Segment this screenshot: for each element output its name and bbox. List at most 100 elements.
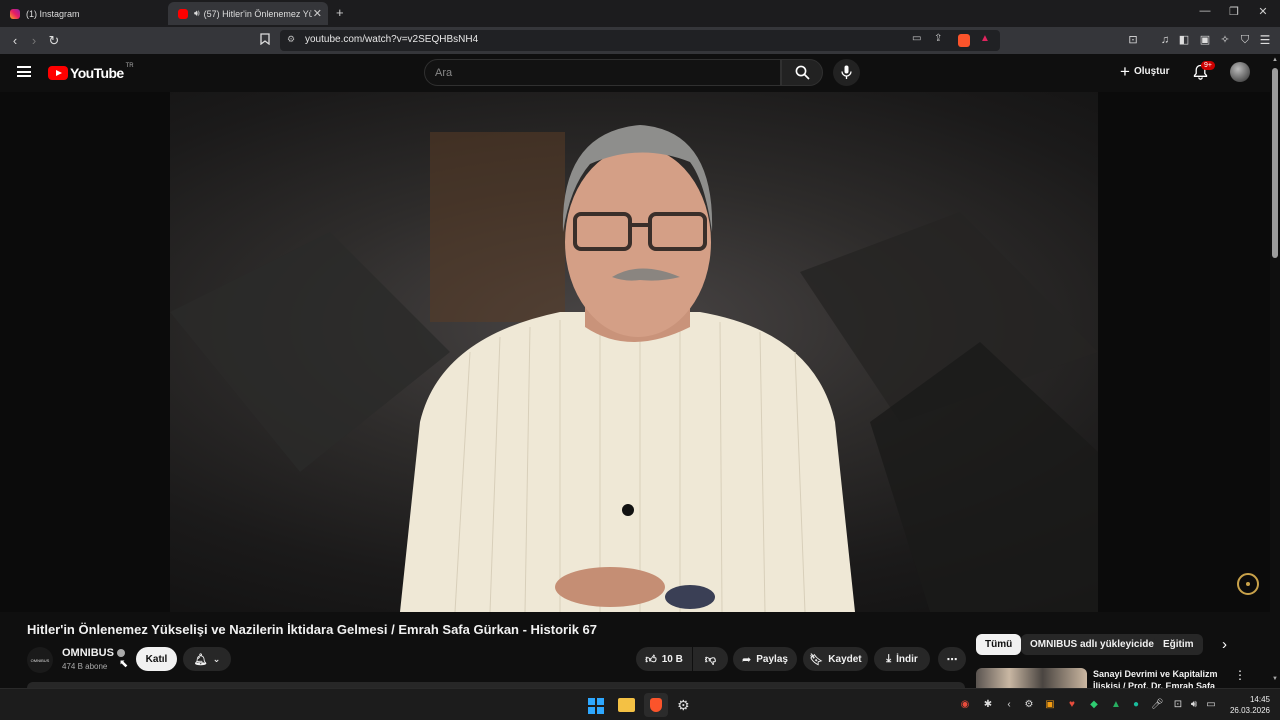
- youtube-icon: [178, 8, 188, 19]
- bookmark-icon[interactable]: [256, 32, 274, 49]
- subscribe-notifications-button[interactable]: 🔔︎ ⌄: [183, 647, 231, 671]
- tray-app-icon-6[interactable]: ◆: [1088, 699, 1100, 711]
- video-player[interactable]: [0, 92, 1270, 612]
- network-icon[interactable]: ⊡: [1172, 699, 1184, 711]
- clock[interactable]: 14:45 26.03.2026: [1222, 694, 1270, 716]
- chip-all[interactable]: Tümü: [976, 634, 1022, 655]
- search-placeholder: Ara: [435, 67, 453, 79]
- notifications-button[interactable]: 9+: [1193, 61, 1215, 85]
- close-window-icon[interactable]: ✕: [1253, 5, 1273, 18]
- guide-menu-icon[interactable]: [17, 66, 31, 77]
- new-tab-button[interactable]: +: [336, 5, 344, 20]
- recommendation-title[interactable]: Sanayi Devrimi ve Kapitalizm İlişkisi / …: [1093, 668, 1223, 688]
- vpn-icon[interactable]: ⛉: [1236, 32, 1254, 49]
- search-button[interactable]: [781, 59, 823, 86]
- verified-icon: [116, 649, 125, 657]
- back-icon[interactable]: ‹: [6, 32, 24, 49]
- wallet-icon[interactable]: ▣: [1196, 32, 1214, 49]
- start-icon[interactable]: [588, 698, 604, 714]
- bell-icon: 🔔︎: [193, 653, 208, 666]
- browser-tab-strip: (1) Instagram 🔊︎ (57) Hitler'in Önleneme…: [0, 0, 1280, 27]
- menu-icon[interactable]: ☰: [1256, 32, 1274, 49]
- join-button[interactable]: Katıl: [136, 647, 177, 671]
- tray-microphone-icon[interactable]: 🎤︎: [1151, 699, 1164, 711]
- voice-search-button[interactable]: [833, 59, 860, 86]
- chevron-down-icon: ⌄: [212, 653, 221, 664]
- mouse-cursor-icon: ⬉: [119, 658, 129, 670]
- tab-instagram[interactable]: (1) Instagram: [0, 2, 165, 25]
- file-explorer-icon[interactable]: [618, 698, 635, 712]
- bookmark-icon: 🔖︎: [809, 653, 824, 666]
- youtube-header: YouTube TR Ara + Oluştur 9+: [0, 54, 1280, 92]
- tray-app-icon-4[interactable]: ▣: [1044, 699, 1056, 711]
- avatar[interactable]: [1230, 62, 1250, 82]
- chip-label: OMNIBUS adlı yükleyiciden: [1030, 639, 1161, 650]
- cast-icon[interactable]: ▭: [912, 33, 921, 44]
- chip-from-uploader[interactable]: OMNIBUS adlı yükleyiciden: [1021, 634, 1170, 655]
- like-count: 10 B: [661, 653, 683, 665]
- minimize-icon[interactable]: —: [1195, 5, 1215, 17]
- site-info-icon[interactable]: ⚙: [287, 34, 295, 45]
- share-icon: ➦: [742, 653, 752, 666]
- brave-shields-icon[interactable]: [958, 34, 970, 47]
- tray-app-icon-3[interactable]: ⚙: [1023, 699, 1035, 711]
- tab-title: (57) Hitler'in Önlenemez Yükse: [203, 8, 312, 19]
- notification-badge: 9+: [1201, 61, 1215, 70]
- chip-education[interactable]: Eğitim: [1154, 634, 1203, 655]
- channel-avatar-text: OMNIBUS: [30, 657, 50, 663]
- media-icon[interactable]: ♫: [1156, 32, 1174, 49]
- scrollbar-thumb[interactable]: [1272, 68, 1278, 258]
- youtube-logo-text: YouTube: [70, 65, 124, 81]
- screenshot-icon[interactable]: ⊡: [1124, 32, 1142, 49]
- page-scrollbar[interactable]: ▲ ▼: [1270, 54, 1280, 688]
- forward-icon[interactable]: ›: [25, 32, 43, 49]
- restore-icon[interactable]: ❐: [1224, 5, 1244, 18]
- reload-icon[interactable]: ↻: [45, 32, 63, 49]
- leo-ai-icon[interactable]: ✧: [1216, 32, 1234, 49]
- chevron-right-icon[interactable]: ›: [1222, 636, 1227, 653]
- brave-rewards-icon[interactable]: ▲: [980, 33, 990, 44]
- tray-app-icon-1[interactable]: ◉: [959, 699, 971, 711]
- scroll-up-icon[interactable]: ▲: [1272, 57, 1278, 63]
- download-label: İndir: [896, 653, 918, 665]
- scroll-down-icon[interactable]: ▼: [1272, 676, 1278, 682]
- tray-app-icon-2[interactable]: ✱: [982, 699, 994, 711]
- chatgpt-icon[interactable]: ⚙: [677, 697, 690, 714]
- volume-icon[interactable]: 🔊︎: [1188, 699, 1200, 711]
- chip-label: Tümü: [985, 639, 1013, 650]
- address-bar[interactable]: ⚙ youtube.com/watch?v=v2SEQHBsNH4 ▭ ⇪ ▲: [280, 30, 1000, 51]
- clock-time: 14:45: [1249, 695, 1270, 704]
- share-button[interactable]: ➦ Paylaş: [733, 647, 797, 671]
- tray-app-icon-8[interactable]: ●: [1130, 699, 1142, 711]
- more-icon: ⋯: [946, 653, 958, 666]
- battery-icon[interactable]: ▭: [1205, 699, 1217, 711]
- microphone-icon: [841, 65, 852, 79]
- recommendation-menu-icon[interactable]: ⋮: [1234, 668, 1246, 682]
- tab-youtube-video[interactable]: 🔊︎ (57) Hitler'in Önlenemez Yükse ✕: [168, 2, 328, 25]
- more-actions-button[interactable]: ⋯: [938, 647, 966, 671]
- download-button[interactable]: ⤓ İndir: [874, 647, 930, 671]
- create-button[interactable]: + Oluştur: [1120, 63, 1170, 80]
- video-frame: [170, 125, 1098, 612]
- sidebar-icon[interactable]: ◧: [1175, 32, 1193, 49]
- recommendation-title-line: İlişkisi / Prof. Dr. Emrah Safa: [1093, 681, 1216, 688]
- dislike-button[interactable]: 👎︎: [693, 647, 728, 671]
- tray-chevron-icon[interactable]: ‹: [1003, 699, 1015, 711]
- plus-icon: +: [1120, 62, 1130, 81]
- save-button[interactable]: 🔖︎ Kaydet: [803, 647, 868, 671]
- channel-avatar[interactable]: OMNIBUS: [27, 647, 53, 673]
- channel-name-text: OMNIBUS: [62, 647, 114, 659]
- youtube-logo[interactable]: YouTube TR: [48, 63, 134, 81]
- tab-title: (1) Instagram: [26, 8, 80, 19]
- tray-app-icon-5[interactable]: ♥: [1066, 699, 1078, 711]
- brave-browser-icon[interactable]: [644, 693, 668, 717]
- like-button[interactable]: 👍︎ 10 B: [636, 647, 692, 671]
- close-tab-icon[interactable]: ✕: [313, 7, 322, 20]
- region-code: TR: [125, 63, 134, 69]
- recommendation-thumbnail[interactable]: [976, 668, 1087, 688]
- channel-name[interactable]: OMNIBUS: [62, 647, 125, 659]
- search-input[interactable]: Ara: [424, 59, 781, 86]
- audio-playing-icon[interactable]: 🔊︎: [194, 8, 200, 19]
- tray-app-icon-7[interactable]: ▲: [1110, 699, 1122, 711]
- share-page-icon[interactable]: ⇪: [934, 33, 942, 44]
